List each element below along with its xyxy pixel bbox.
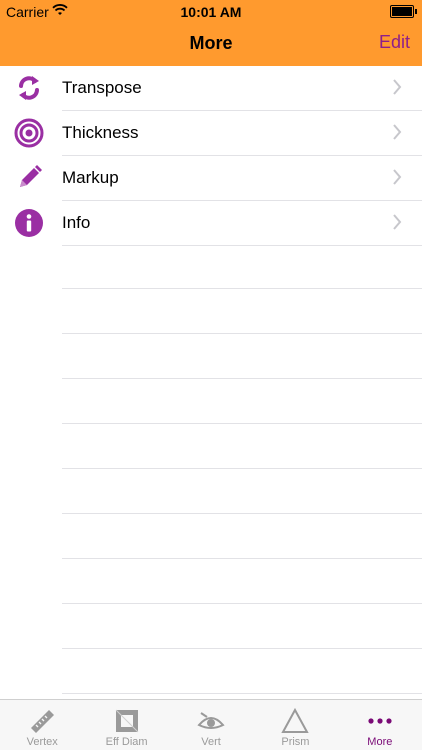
list-item-thickness[interactable]: Thickness xyxy=(14,111,422,156)
tab-vert[interactable]: Vert xyxy=(169,700,253,750)
tab-prism[interactable]: Prism xyxy=(253,700,337,750)
clock: 10:01 AM xyxy=(180,4,242,20)
list-item-transpose[interactable]: Transpose xyxy=(19,66,422,111)
tab-label: Prism xyxy=(281,736,310,748)
table-separator xyxy=(62,604,422,649)
list-item-label: Transpose xyxy=(62,78,142,97)
list-item-markup[interactable]: Markup xyxy=(20,156,422,201)
tab-label: Vert xyxy=(201,736,221,748)
list-item-label: Info xyxy=(62,213,91,232)
table-separator xyxy=(62,289,422,334)
target-icon xyxy=(14,118,44,148)
table-separator xyxy=(62,379,422,424)
frame-icon xyxy=(115,709,138,733)
navigation-bar: Carrier 10:01 AM More Edit xyxy=(0,0,422,66)
triangle-icon xyxy=(281,707,310,733)
battery-icon xyxy=(390,5,417,18)
table-separator xyxy=(62,649,422,694)
table-separator xyxy=(62,424,422,469)
status-bar: Carrier 10:01 AM xyxy=(0,0,422,24)
chevron-right-icon xyxy=(393,124,402,140)
list-item-label: Thickness xyxy=(62,123,139,142)
info-icon xyxy=(15,209,43,237)
tab-label: Vertex xyxy=(26,736,58,748)
chevron-right-icon xyxy=(393,214,402,230)
table-separator xyxy=(62,334,422,379)
tab-label: More xyxy=(367,736,393,748)
list-item-label: Markup xyxy=(62,168,119,187)
empty-table-area xyxy=(62,244,422,694)
table-separator xyxy=(62,244,422,289)
dots-icon xyxy=(368,718,392,724)
table-separator xyxy=(62,559,422,604)
eye-icon xyxy=(197,712,225,729)
tab-label: Eff Diam xyxy=(105,736,148,748)
list-item-info[interactable]: Info xyxy=(15,201,422,246)
ruler-icon xyxy=(31,710,55,733)
more-list: Transpose Thickness Markup Info xyxy=(0,66,422,246)
table-separator xyxy=(62,514,422,559)
tab-bar: Vertex Eff Diam Vert Prism More xyxy=(0,699,422,750)
refresh-icon xyxy=(19,76,39,100)
tab-eff-diam[interactable]: Eff Diam xyxy=(84,700,168,750)
table-separator xyxy=(62,469,422,514)
tab-more[interactable]: More xyxy=(338,700,422,750)
page-title: More xyxy=(189,33,233,53)
pencil-icon xyxy=(20,165,42,187)
chevron-right-icon xyxy=(393,169,402,185)
edit-button[interactable]: Edit xyxy=(379,32,410,53)
tab-vertex[interactable]: Vertex xyxy=(0,700,84,750)
chevron-right-icon xyxy=(393,79,402,95)
